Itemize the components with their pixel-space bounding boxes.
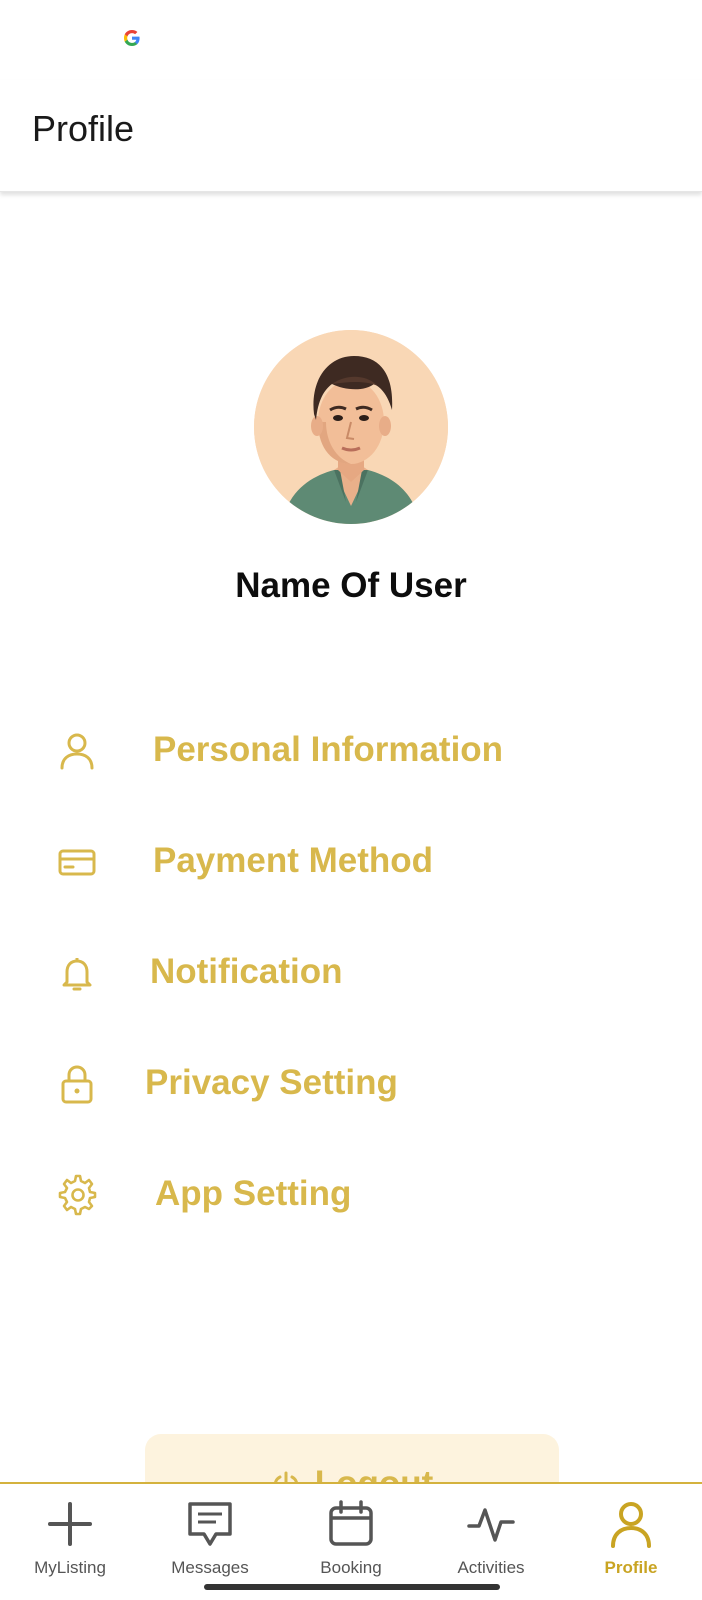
bell-icon (54, 950, 100, 996)
credit-card-icon (54, 839, 100, 885)
home-indicator[interactable] (204, 1584, 500, 1590)
bottom-navigation: MyListing Messages Booking Activities Pr… (0, 1482, 702, 1600)
nav-label: Booking (320, 1558, 382, 1577)
message-icon (184, 1498, 236, 1550)
menu-item-app-setting[interactable]: App Setting (0, 1150, 702, 1240)
lock-icon (54, 1061, 100, 1107)
app-bar: Profile (0, 80, 702, 192)
menu-label: Notification (150, 952, 343, 991)
menu-label: Payment Method (153, 841, 434, 880)
menu-item-privacy-setting[interactable]: Privacy Setting (0, 1039, 702, 1129)
nav-label: MyListing (34, 1558, 106, 1577)
menu-item-personal-information[interactable]: Personal Information (0, 706, 702, 796)
avatar-image (254, 330, 448, 524)
nav-item-booking[interactable]: Booking (286, 1498, 416, 1598)
menu-item-notification[interactable]: Notification (0, 928, 702, 1018)
nav-item-profile[interactable]: Profile (566, 1498, 696, 1598)
nav-label: Messages (171, 1558, 249, 1577)
calendar-icon (325, 1498, 377, 1550)
menu-item-payment-method[interactable]: Payment Method (0, 817, 702, 907)
status-bar (0, 0, 702, 80)
nav-item-mylisting[interactable]: MyListing (5, 1498, 135, 1598)
menu-label: App Setting (155, 1174, 352, 1213)
person-icon (54, 728, 100, 774)
menu-label: Privacy Setting (145, 1063, 398, 1102)
avatar[interactable] (254, 330, 448, 524)
plus-icon (44, 1498, 96, 1550)
page-title: Profile (32, 108, 135, 149)
person-icon (605, 1498, 657, 1550)
gear-icon (54, 1172, 100, 1218)
nav-label: Profile (604, 1558, 658, 1577)
nav-item-messages[interactable]: Messages (145, 1498, 275, 1598)
user-name: Name Of User (235, 566, 467, 605)
activity-icon (465, 1498, 517, 1550)
nav-label: Activities (457, 1558, 525, 1577)
menu-label: Personal Information (153, 730, 504, 769)
nav-item-activities[interactable]: Activities (426, 1498, 556, 1598)
google-icon (124, 30, 140, 46)
